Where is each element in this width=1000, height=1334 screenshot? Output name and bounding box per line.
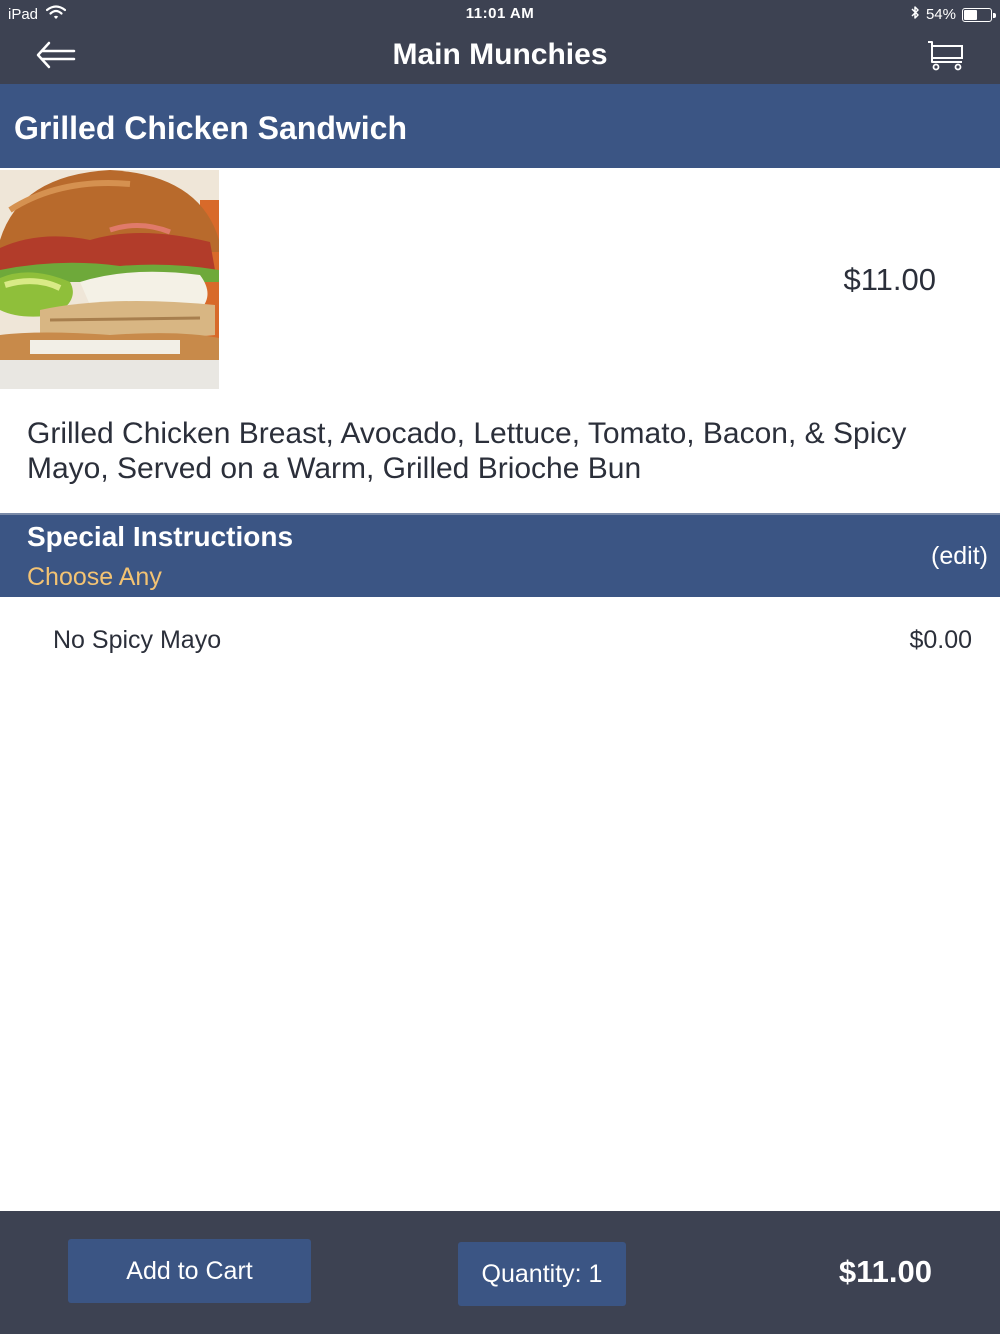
list-item[interactable]: No Spicy Mayo $0.00 bbox=[0, 612, 1000, 672]
option-price: $0.00 bbox=[909, 626, 972, 654]
top-bar: iPad 11:01 AM 54% Main Munchies bbox=[0, 0, 1000, 84]
item-description: Grilled Chicken Breast, Avocado, Lettuce… bbox=[27, 417, 907, 485]
item-title: Grilled Chicken Sandwich bbox=[0, 84, 1000, 168]
status-time: 11:01 AM bbox=[465, 5, 535, 22]
add-to-cart-button[interactable]: Add to Cart bbox=[68, 1239, 311, 1303]
battery-level-fill bbox=[964, 9, 977, 20]
bluetooth-icon bbox=[910, 5, 920, 24]
cart-icon[interactable] bbox=[926, 38, 966, 72]
order-total: $11.00 bbox=[838, 1254, 932, 1289]
special-instructions-subtitle: Choose Any bbox=[27, 563, 162, 591]
battery-icon bbox=[962, 7, 996, 22]
item-image bbox=[0, 170, 219, 389]
sandwich-illustration bbox=[0, 170, 219, 389]
edit-button[interactable]: (edit) bbox=[931, 542, 988, 571]
status-right: 54% bbox=[910, 5, 996, 24]
item-price: $11.00 bbox=[843, 262, 936, 297]
option-label: No Spicy Mayo bbox=[53, 626, 222, 654]
battery-percent: 54% bbox=[925, 6, 956, 23]
status-bar: iPad 11:01 AM 54% bbox=[0, 0, 1000, 28]
page-title: Main Munchies bbox=[392, 38, 608, 71]
special-instructions-title: Special Instructions bbox=[27, 521, 294, 552]
quantity-button[interactable]: Quantity: 1 bbox=[458, 1242, 626, 1306]
special-instructions-header: Special Instructions Choose Any (edit) bbox=[0, 513, 1000, 597]
battery-cap bbox=[993, 12, 996, 18]
bottom-bar: Add to Cart Quantity: 1 $11.00 bbox=[0, 1211, 1000, 1334]
navigation-bar: Main Munchies bbox=[0, 28, 1000, 84]
